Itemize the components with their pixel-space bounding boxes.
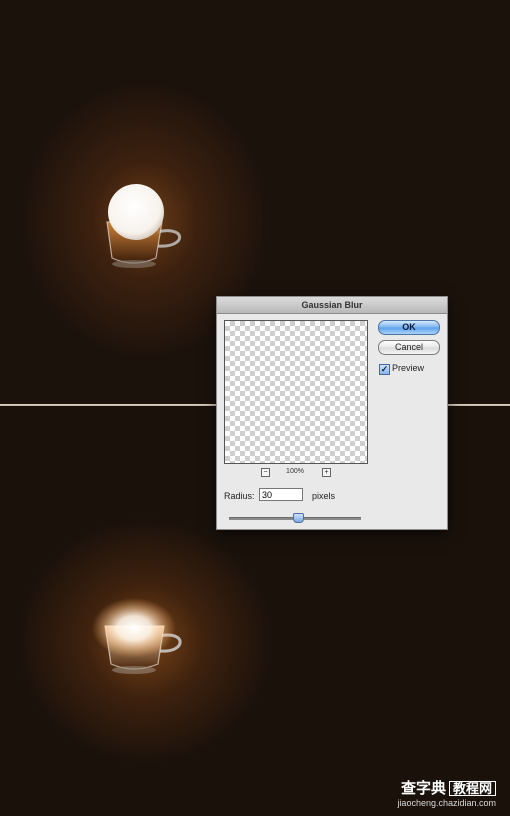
coffee-cup-with-sphere [106, 184, 182, 268]
watermark-brand: 查字典 [400, 780, 446, 797]
preview-label: Preview [392, 363, 425, 373]
watermark-section: 教程网 [448, 781, 496, 796]
preview-checkbox[interactable]: ✓ [379, 364, 390, 375]
zoom-in-button[interactable]: + [322, 468, 331, 477]
radius-units: pixels [312, 491, 336, 501]
zoom-level: 100% [286, 468, 304, 475]
radius-label: Radius: [224, 491, 255, 501]
radius-input[interactable] [259, 488, 303, 501]
zoom-controls: − 100% + [261, 468, 331, 478]
dialog-title: Gaussian Blur [217, 297, 447, 314]
gaussian-blur-dialog: Gaussian Blur − 100% + OK Cancel ✓ Previ… [216, 296, 448, 530]
zoom-out-button[interactable]: − [261, 468, 270, 477]
watermark: 查字典 教程网 jiaocheng.chazidian.com [397, 781, 496, 808]
coffee-cup-glowing [92, 598, 182, 674]
radius-slider[interactable] [229, 513, 361, 523]
slider-thumb[interactable] [292, 513, 304, 523]
ok-button[interactable]: OK [378, 320, 440, 335]
blur-preview-area[interactable] [224, 320, 368, 464]
cancel-button[interactable]: Cancel [378, 340, 440, 355]
watermark-url: jiaocheng.chazidian.com [397, 798, 496, 808]
